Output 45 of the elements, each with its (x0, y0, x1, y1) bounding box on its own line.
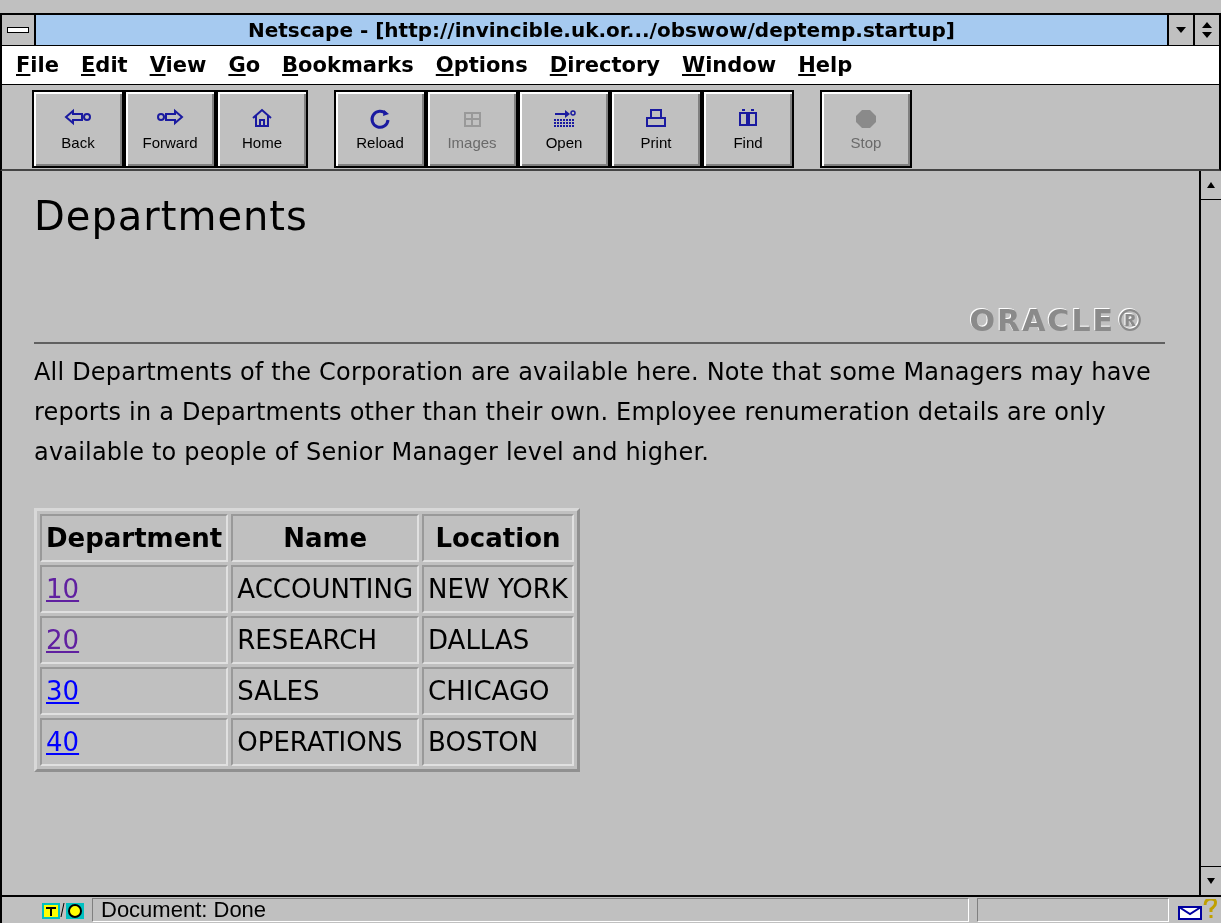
menu-item[interactable]: Help (798, 53, 853, 77)
table-cell: OPERATIONS (231, 718, 420, 766)
menu-item[interactable]: Edit (81, 53, 128, 77)
department-link[interactable]: 20 (46, 625, 80, 655)
system-menu-button[interactable] (2, 15, 36, 45)
up-arrow-icon (1207, 182, 1215, 188)
department-link[interactable]: 40 (46, 727, 80, 757)
print-button[interactable]: Print (610, 90, 702, 168)
window-title: Netscape - [http://invincible.uk.or.../obswow/deptemp.startup] (247, 17, 956, 44)
back-button[interactable]: Back (32, 90, 124, 168)
restore-button[interactable] (1193, 15, 1219, 45)
down-arrow-icon (1207, 878, 1215, 884)
menu-item[interactable]: Directory (549, 53, 660, 77)
forward-button[interactable]: Forward (124, 90, 216, 168)
table-cell: BOSTON (422, 718, 574, 766)
up-down-triangles-icon (1202, 22, 1212, 38)
column-header: Department (40, 514, 229, 562)
table-cell: RESEARCH (231, 616, 420, 664)
find-button[interactable]: Find (702, 90, 794, 168)
table-cell: SALES (231, 667, 420, 715)
security-key-icon (42, 901, 84, 919)
intro-paragraph: All Departments of the Corporation are available here. Note that some Managers may have reports in a Departments other than their own. Employee renumeration details are only available to people of Senior Manager level and higher. (34, 357, 1152, 468)
menu-item[interactable]: Bookmarks (282, 53, 414, 77)
department-link[interactable]: 10 (46, 574, 80, 604)
column-header: Name (231, 514, 420, 562)
department-link[interactable]: 30 (46, 676, 80, 706)
open-button[interactable]: Open (518, 90, 610, 168)
vertical-scrollbar[interactable] (1199, 171, 1221, 895)
column-header: Location (422, 514, 574, 562)
table-cell: CHICAGO (422, 667, 574, 715)
menu-item[interactable]: Options (435, 53, 528, 77)
minimize-button[interactable] (1167, 15, 1193, 45)
status-text: Document: Done (92, 898, 969, 922)
down-triangle-icon (1176, 27, 1186, 33)
menu-item[interactable]: View (149, 53, 207, 77)
oracle-logo: ORACLE® (969, 303, 1147, 338)
reload-button[interactable]: Reload (334, 90, 426, 168)
table-cell: NEW YORK (422, 565, 574, 613)
menu-item[interactable]: Go (228, 53, 261, 77)
table-cell: DALLAS (422, 616, 574, 664)
page-heading: Departments (34, 193, 309, 239)
menu-item[interactable]: Window (682, 53, 777, 77)
menu-item[interactable]: File (16, 53, 59, 77)
table-cell: ACCOUNTING (231, 565, 420, 613)
home-button[interactable]: Home (216, 90, 308, 168)
